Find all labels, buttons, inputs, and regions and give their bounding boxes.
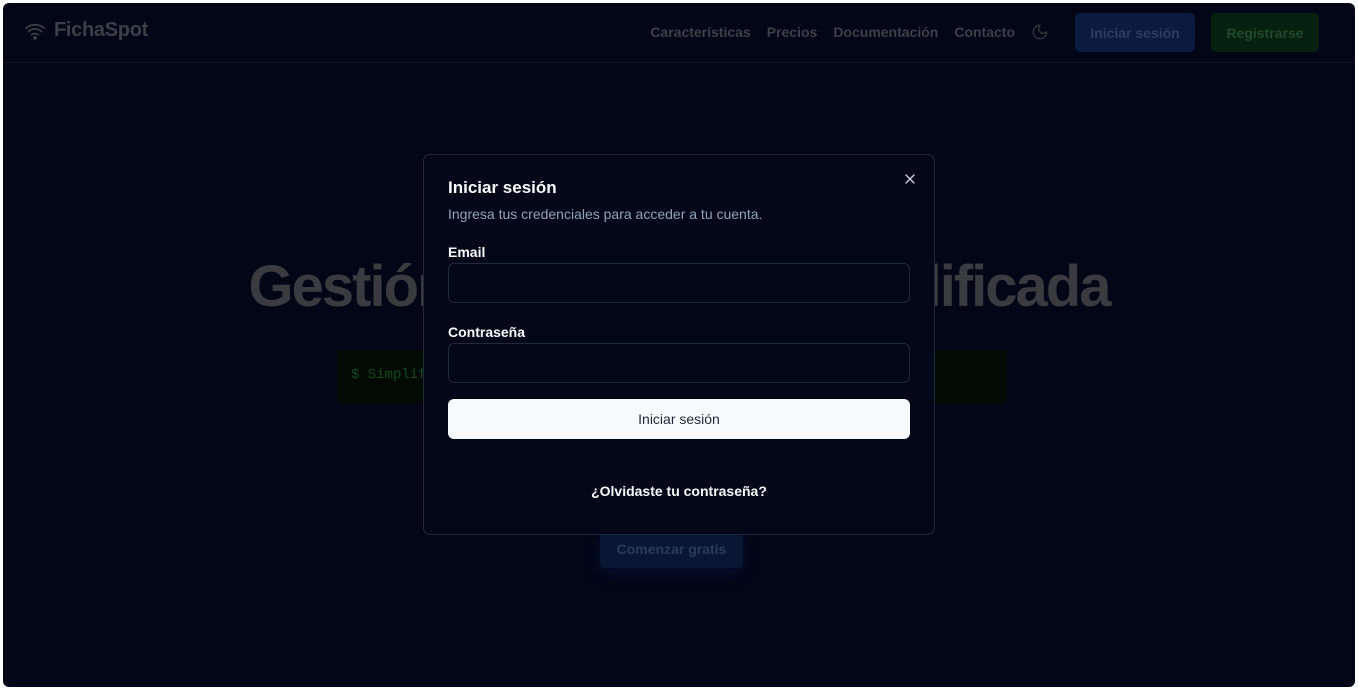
wifi-icon bbox=[24, 23, 46, 40]
navbar: FichaSpot Características Precios Docume… bbox=[3, 3, 1355, 63]
password-field[interactable] bbox=[448, 343, 910, 383]
app-window: FichaSpot Características Precios Docume… bbox=[3, 3, 1355, 687]
brand[interactable]: FichaSpot bbox=[24, 19, 148, 42]
nav-link-contacto[interactable]: Contacto bbox=[954, 24, 1015, 40]
close-icon[interactable] bbox=[902, 171, 918, 187]
register-button[interactable]: Registrarse bbox=[1211, 13, 1319, 52]
email-label: Email bbox=[448, 244, 486, 260]
brand-name: FichaSpot bbox=[54, 19, 148, 41]
submit-login-button[interactable]: Iniciar sesión bbox=[448, 399, 910, 439]
dialog-description: Ingresa tus credenciales para acceder a … bbox=[448, 206, 763, 222]
login-button[interactable]: Iniciar sesión bbox=[1075, 13, 1195, 52]
moon-icon[interactable] bbox=[1031, 23, 1049, 41]
get-started-button[interactable]: Comenzar gratis bbox=[600, 530, 743, 568]
email-field[interactable] bbox=[448, 263, 910, 303]
nav-link-caracteristicas[interactable]: Características bbox=[650, 24, 750, 40]
dialog-title: Iniciar sesión bbox=[448, 178, 557, 197]
nav-link-precios[interactable]: Precios bbox=[767, 24, 818, 40]
login-dialog: Iniciar sesión Ingresa tus credenciales … bbox=[423, 154, 935, 535]
password-label: Contraseña bbox=[448, 324, 526, 340]
nav-links: Características Precios Documentación Co… bbox=[650, 24, 1015, 40]
nav-link-documentacion[interactable]: Documentación bbox=[833, 24, 938, 40]
forgot-password-link[interactable]: ¿Olvidaste tu contraseña? bbox=[424, 483, 934, 499]
